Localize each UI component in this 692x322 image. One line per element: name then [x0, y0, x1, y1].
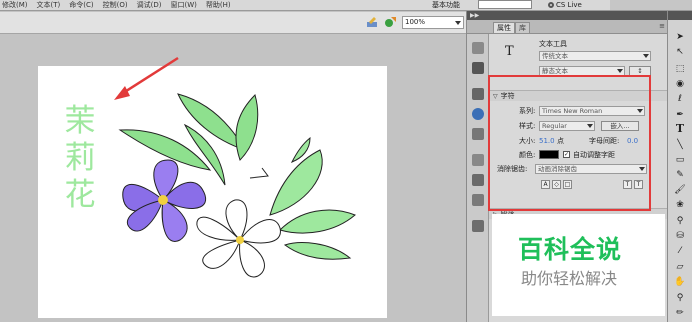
history-icon[interactable] [472, 154, 484, 166]
swatches-icon[interactable] [472, 62, 484, 74]
tools-panel: ➤ ↖ ⬚ ◉ ℓ ✒ T ╲ ▭ ✎ 🖌 ❀ ⚲ ⛁ ⁄ ▱ ✋ ⚲ ✏ [667, 11, 692, 322]
3d-rotation-icon[interactable]: ◉ [672, 78, 688, 90]
color-icon[interactable] [472, 42, 484, 54]
lasso-icon[interactable]: ℓ [672, 93, 688, 105]
stroke-color-icon[interactable]: ✏ [672, 307, 688, 319]
paint-bucket-icon[interactable]: ⛁ [672, 230, 688, 242]
stage-title-text[interactable]: 茉 莉 花 [60, 103, 100, 214]
watermark-subtitle: 助你轻松解决 [521, 269, 618, 288]
chevron-down-icon [643, 54, 649, 58]
purple-flower [122, 159, 207, 242]
brush-icon[interactable]: 🖌 [672, 184, 688, 196]
motion-presets-icon[interactable] [472, 194, 484, 206]
subselection-icon[interactable]: ↖ [672, 46, 688, 58]
align-icon[interactable] [472, 88, 484, 100]
eraser-icon[interactable]: ▱ [672, 261, 688, 273]
panel-menu-icon[interactable]: ≡ [659, 23, 665, 30]
text-engine-value: 传统文本 [542, 52, 568, 60]
transform-icon[interactable] [472, 128, 484, 140]
text-tool-large-icon: T [505, 44, 514, 59]
title-char-2: 莉 [64, 140, 96, 176]
selection-icon[interactable]: ➤ [672, 31, 688, 43]
rectangle-icon[interactable]: ▭ [672, 154, 688, 166]
eyedropper-icon[interactable]: ⁄ [672, 245, 688, 257]
bone-icon[interactable]: ⚲ [672, 215, 688, 227]
watermark-title: 百科全说 [518, 235, 623, 264]
hand-icon[interactable]: ✋ [672, 276, 688, 288]
tab-library[interactable]: 库 [515, 22, 530, 33]
panel-dock [467, 34, 489, 322]
pencil-icon[interactable]: ✎ [672, 169, 688, 181]
pen-icon[interactable]: ✒ [672, 109, 688, 121]
expand-icon[interactable]: ▶▶ [470, 13, 479, 19]
components-icon[interactable] [472, 174, 484, 186]
output-icon[interactable] [472, 220, 484, 232]
title-char-1: 茉 [64, 103, 96, 139]
highlight-character-section [488, 75, 651, 211]
line-icon[interactable]: ╲ [672, 139, 688, 151]
tab-properties[interactable]: 属性 [493, 22, 515, 33]
white-flower [196, 199, 281, 278]
text-type-value: 静态文本 [542, 67, 568, 75]
chevron-down-icon [617, 69, 623, 73]
deco-icon[interactable]: ❀ [672, 199, 688, 211]
free-transform-icon[interactable]: ⬚ [672, 63, 688, 75]
panel-header: ▶▶ [467, 11, 668, 20]
tool-name: 文本工具 [539, 40, 567, 48]
panel-tabs: 属性 库 ≡ [467, 20, 668, 34]
zoom-icon[interactable]: ⚲ [672, 292, 688, 304]
title-char-3: 花 [64, 177, 96, 213]
text-tool-icon[interactable]: T [672, 123, 688, 135]
text-engine-select[interactable]: 传统文本 [539, 51, 651, 61]
tools-header [668, 11, 692, 20]
info-icon[interactable] [472, 108, 484, 120]
